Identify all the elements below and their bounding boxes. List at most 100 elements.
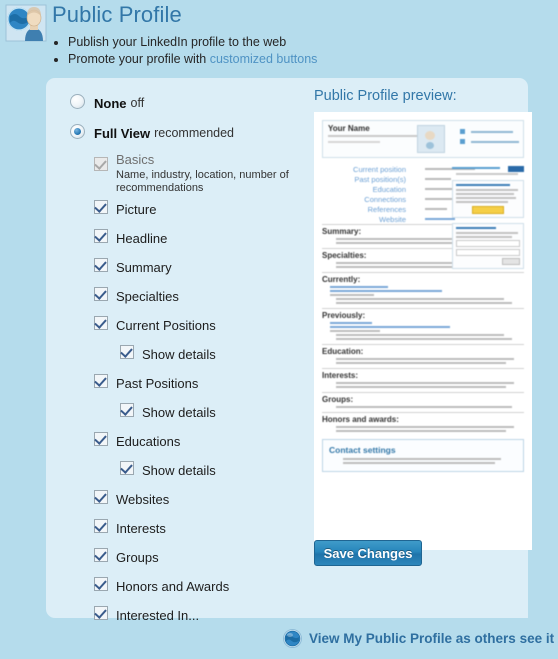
checkbox-specialties[interactable] [94, 287, 108, 301]
radio-full-view-sublabel: recommended [154, 126, 235, 140]
checkbox-row-summary[interactable]: Summary [64, 253, 314, 282]
preview-section-link [330, 286, 388, 288]
checkbox-row-current-positions[interactable]: Current Positions [64, 311, 314, 340]
preview-section-text [336, 298, 504, 300]
preview-introduction-line [471, 141, 519, 143]
preview-column: Public Profile preview: Your Name Curren… [314, 88, 546, 550]
checkbox-interests[interactable] [94, 519, 108, 533]
checkbox-educations-details-label: Show details [142, 462, 216, 478]
checkbox-picture[interactable] [94, 200, 108, 214]
checkbox-row-specialties[interactable]: Specialties [64, 282, 314, 311]
preview-section-text [336, 334, 504, 336]
preview-section-interests: Interests: [322, 368, 524, 388]
view-public-profile-link[interactable]: View My Public Profile as others see it [309, 631, 554, 646]
preview-contact-settings-title: Contact settings [329, 445, 396, 455]
checkbox-current-positions-details[interactable] [120, 345, 134, 359]
preview-rail-box-line [456, 201, 508, 203]
checkbox-groups-label: Groups [116, 549, 159, 565]
preview-rail-search-field [456, 249, 520, 256]
preview-section-title: Currently: [322, 275, 361, 284]
globe-icon [283, 629, 302, 648]
preview-section-title: Honors and awards: [322, 415, 399, 424]
preview-name: Your Name [328, 124, 370, 133]
preview-section-previously: Previously: [322, 308, 524, 340]
preview-field-label: Past position(s) [354, 175, 406, 184]
checkbox-row-educations-details[interactable]: Show details [64, 456, 314, 485]
preview-section-honors: Honors and awards: [322, 412, 524, 432]
preview-contact-settings-box: Contact settings [322, 439, 524, 472]
checkbox-websites[interactable] [94, 490, 108, 504]
checkbox-interested-in[interactable] [94, 606, 108, 620]
preview-field-label: Current position [353, 165, 406, 174]
radio-option-none[interactable]: None off [64, 88, 314, 118]
checkbox-past-positions-details-label: Show details [142, 404, 216, 420]
checkbox-current-positions-label: Current Positions [116, 317, 216, 333]
save-changes-button[interactable]: Save Changes [314, 540, 422, 566]
checkbox-groups[interactable] [94, 548, 108, 562]
preview-section-text [336, 406, 512, 408]
checkbox-basics-description: Name, industry, location, number of reco… [116, 169, 289, 194]
header-bullet-promote-text: Promote your profile with [68, 52, 210, 66]
preview-location-line [328, 141, 380, 143]
preview-rail-line [456, 173, 518, 175]
preview-rail-search-line [456, 232, 518, 234]
checkbox-headline-label: Headline [116, 230, 168, 246]
preview-contact-icon [460, 129, 465, 134]
checkbox-current-positions[interactable] [94, 316, 108, 330]
checkbox-summary[interactable] [94, 258, 108, 272]
preview-section-text [336, 338, 512, 340]
checkbox-interests-label: Interests [116, 520, 166, 536]
header-bullet-publish: Publish your LinkedIn profile to the web [68, 34, 317, 50]
checkbox-specialties-label: Specialties [116, 288, 179, 304]
preview-field-value [425, 218, 455, 220]
customized-buttons-link[interactable]: customized buttons [210, 52, 318, 66]
checkbox-basics [94, 157, 108, 171]
preview-section-text [336, 362, 506, 364]
preview-section-link [330, 326, 450, 328]
preview-section-currently: Currently: [322, 272, 524, 304]
preview-section-divider [322, 344, 524, 345]
checkbox-row-interests[interactable]: Interests [64, 514, 314, 543]
checkbox-row-honors-and-awards[interactable]: Honors and Awards [64, 572, 314, 601]
preview-section-title: Education: [322, 347, 364, 356]
checkbox-current-positions-details-label: Show details [142, 346, 216, 362]
preview-section-text [336, 358, 514, 360]
preview-section-education: Education: [322, 344, 524, 364]
checkbox-past-positions[interactable] [94, 374, 108, 388]
checkbox-row-groups[interactable]: Groups [64, 543, 314, 572]
checkbox-websites-label: Websites [116, 491, 170, 507]
preview-rail-search-box [452, 223, 524, 269]
preview-field-label: Education [372, 185, 406, 194]
footer-link-row[interactable]: View My Public Profile as others see it [283, 629, 554, 648]
checkbox-row-current-positions-details[interactable]: Show details [64, 340, 314, 369]
preview-heading: Public Profile preview: [314, 88, 457, 104]
header-bullet-publish-text: Publish your LinkedIn profile to the web [68, 35, 287, 49]
preview-rail-box-line [456, 197, 516, 199]
checkbox-row-past-positions-details[interactable]: Show details [64, 398, 314, 427]
radio-none-sublabel: off [130, 96, 145, 110]
checkbox-row-basics[interactable]: Basics Name, industry, location, number … [64, 152, 314, 195]
checkbox-honors-and-awards[interactable] [94, 577, 108, 591]
checkbox-row-past-positions[interactable]: Past Positions [64, 369, 314, 398]
checkbox-row-educations[interactable]: Educations [64, 427, 314, 456]
checkbox-educations-details[interactable] [120, 461, 134, 475]
checkbox-past-positions-details[interactable] [120, 403, 134, 417]
preview-field-label: References [367, 205, 406, 214]
preview-section-text [330, 330, 380, 332]
checkbox-row-interested-in[interactable]: Interested In... [64, 601, 314, 630]
preview-right-rail [452, 166, 524, 274]
preview-field-label: Connections [364, 195, 406, 204]
preview-rail-search-line [456, 236, 512, 238]
checkbox-row-picture[interactable]: Picture [64, 195, 314, 224]
radio-full-view-mark[interactable] [70, 124, 85, 139]
preview-rail-box-line [456, 193, 514, 195]
preview-linkedin-badge [508, 166, 524, 172]
header-bullet-promote: Promote your profile with customized but… [68, 51, 317, 67]
checkbox-row-websites[interactable]: Websites [64, 485, 314, 514]
radio-none-mark[interactable] [70, 94, 85, 109]
checkbox-headline[interactable] [94, 229, 108, 243]
preview-section-title: Interests: [322, 371, 359, 380]
radio-option-full-view[interactable]: Full View recommended [64, 118, 314, 148]
checkbox-row-headline[interactable]: Headline [64, 224, 314, 253]
checkbox-educations[interactable] [94, 432, 108, 446]
